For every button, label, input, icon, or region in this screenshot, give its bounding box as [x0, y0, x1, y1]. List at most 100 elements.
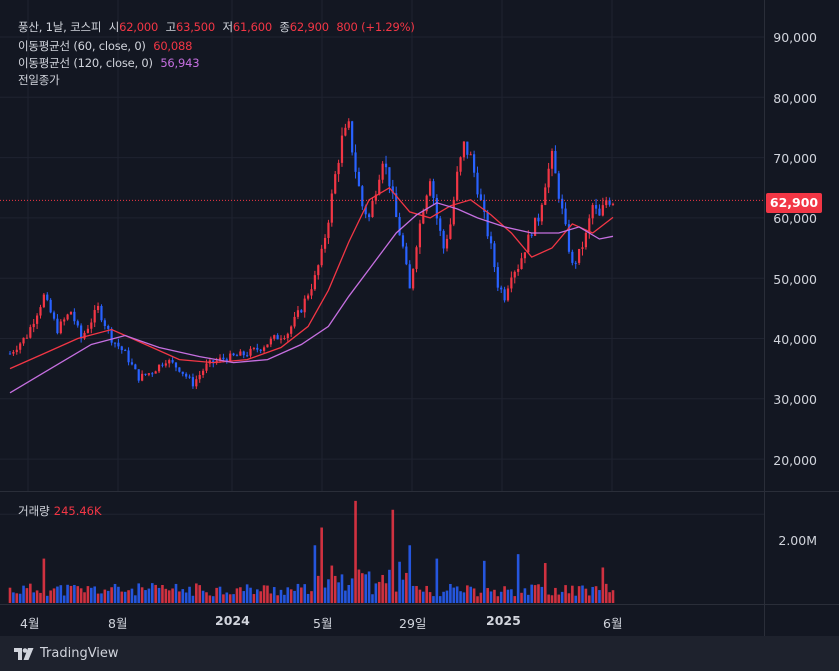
volume-bar: [45, 595, 49, 603]
time-label: 6월: [603, 616, 623, 631]
volume-bar: [591, 586, 594, 603]
volume-bar: [239, 587, 242, 603]
volume-bar: [110, 587, 113, 603]
candle-body: [222, 357, 225, 360]
candle-body: [205, 363, 208, 371]
candle-body: [188, 376, 191, 378]
volume-bar: [300, 587, 303, 603]
volume-bar: [242, 591, 246, 603]
time-label: 2025: [486, 613, 521, 628]
candle-body: [113, 342, 117, 344]
candle-body: [124, 350, 127, 352]
candle-body: [12, 352, 15, 354]
volume-bar: [195, 583, 198, 603]
volume-bar: [262, 585, 266, 603]
volume-bar: [205, 592, 208, 603]
volume-bar: [428, 592, 432, 603]
volume-bar: [398, 561, 401, 603]
volume-bar: [86, 586, 90, 603]
candle-body: [317, 265, 320, 276]
candle-body: [90, 322, 93, 329]
volume-bar: [482, 560, 486, 603]
candle-body: [191, 377, 195, 387]
volume-bar: [154, 584, 157, 603]
volume-pane[interactable]: [0, 492, 839, 604]
candle-body: [151, 373, 154, 375]
chart-frame[interactable]: [0, 0, 839, 636]
candle-body: [66, 314, 69, 320]
candle-body: [496, 267, 499, 288]
volume-bar: [418, 589, 422, 603]
volume-bar: [164, 588, 168, 603]
tradingview-logo[interactable]: TradingView: [14, 646, 119, 661]
time-label: 8월: [108, 616, 128, 631]
legend-prev-close[interactable]: 전일종가: [18, 72, 64, 88]
candle-body: [479, 194, 482, 201]
candle-body: [252, 347, 256, 349]
volume-bar: [69, 585, 73, 603]
candle-body: [313, 275, 316, 290]
candle-body: [120, 346, 123, 351]
price-tick: 50,000: [773, 272, 817, 287]
volume-label: 거래량: [18, 504, 50, 518]
candle-body: [286, 333, 289, 339]
volume-bar: [594, 586, 598, 603]
candle-body: [134, 364, 137, 370]
candle-body: [80, 325, 83, 339]
volume-bar: [174, 583, 178, 603]
volume-bar: [147, 588, 151, 603]
volume-tick: 2.00M: [778, 533, 817, 548]
volume-bar: [432, 596, 435, 603]
legend-close: 62,900: [289, 20, 329, 34]
volume-bar: [388, 569, 391, 603]
volume-bar: [550, 595, 554, 603]
volume-bar: [327, 579, 330, 603]
candle-body: [235, 355, 239, 357]
volume-bar: [415, 586, 418, 603]
candle-body: [164, 363, 167, 366]
price-pane[interactable]: [0, 0, 839, 491]
volume-bar: [394, 591, 398, 603]
legend-ma60[interactable]: 이동평균선 (60, close, 0) 60,088: [18, 38, 196, 54]
candle-body: [503, 289, 506, 301]
candle-body: [574, 262, 577, 264]
volume-bar: [93, 586, 96, 603]
legend-ma120[interactable]: 이동평균선 (120, close, 0) 56,943: [18, 55, 203, 71]
time-label: 4월: [20, 616, 40, 631]
volume-bar: [215, 587, 218, 603]
legend-change: 800 (+1.29%): [336, 20, 415, 34]
candle-body: [354, 152, 357, 172]
legend-ohlc: 풍산, 1날, 코스피 시62,000 고63,500 저61,600 종62,…: [18, 20, 415, 34]
volume-bar: [79, 588, 83, 603]
candle-body: [564, 208, 567, 225]
volume-bar: [466, 585, 469, 603]
volume-bar: [35, 590, 39, 603]
price-tick: 60,000: [773, 211, 817, 226]
candle-body: [73, 311, 76, 322]
volume-bar: [249, 587, 252, 603]
volume-bar: [435, 558, 439, 603]
candle-body: [398, 217, 401, 236]
volume-bar: [286, 587, 290, 603]
tradingview-brand: TradingView: [40, 646, 119, 661]
candle-body: [506, 288, 510, 301]
price-tick: 70,000: [773, 151, 817, 166]
legend-symbol[interactable]: 풍산, 1날, 코스피: [18, 20, 101, 34]
candle-body: [611, 203, 615, 205]
volume-bar: [225, 592, 229, 603]
volume-bar: [598, 590, 601, 603]
volume-bar: [401, 579, 405, 603]
candle-body: [493, 243, 496, 268]
volume-bar: [611, 590, 615, 603]
candle-body: [340, 135, 344, 163]
volume-bar: [29, 583, 32, 603]
volume-bar: [425, 585, 428, 603]
candle-body: [198, 374, 201, 380]
volume-legend[interactable]: 거래량 245.46K: [18, 503, 102, 519]
volume-bar: [513, 596, 517, 603]
volume-bar: [259, 591, 262, 603]
volume-bar: [144, 590, 147, 603]
volume-bar: [344, 590, 347, 603]
candle-body: [598, 208, 601, 216]
volume-bar: [12, 592, 15, 603]
